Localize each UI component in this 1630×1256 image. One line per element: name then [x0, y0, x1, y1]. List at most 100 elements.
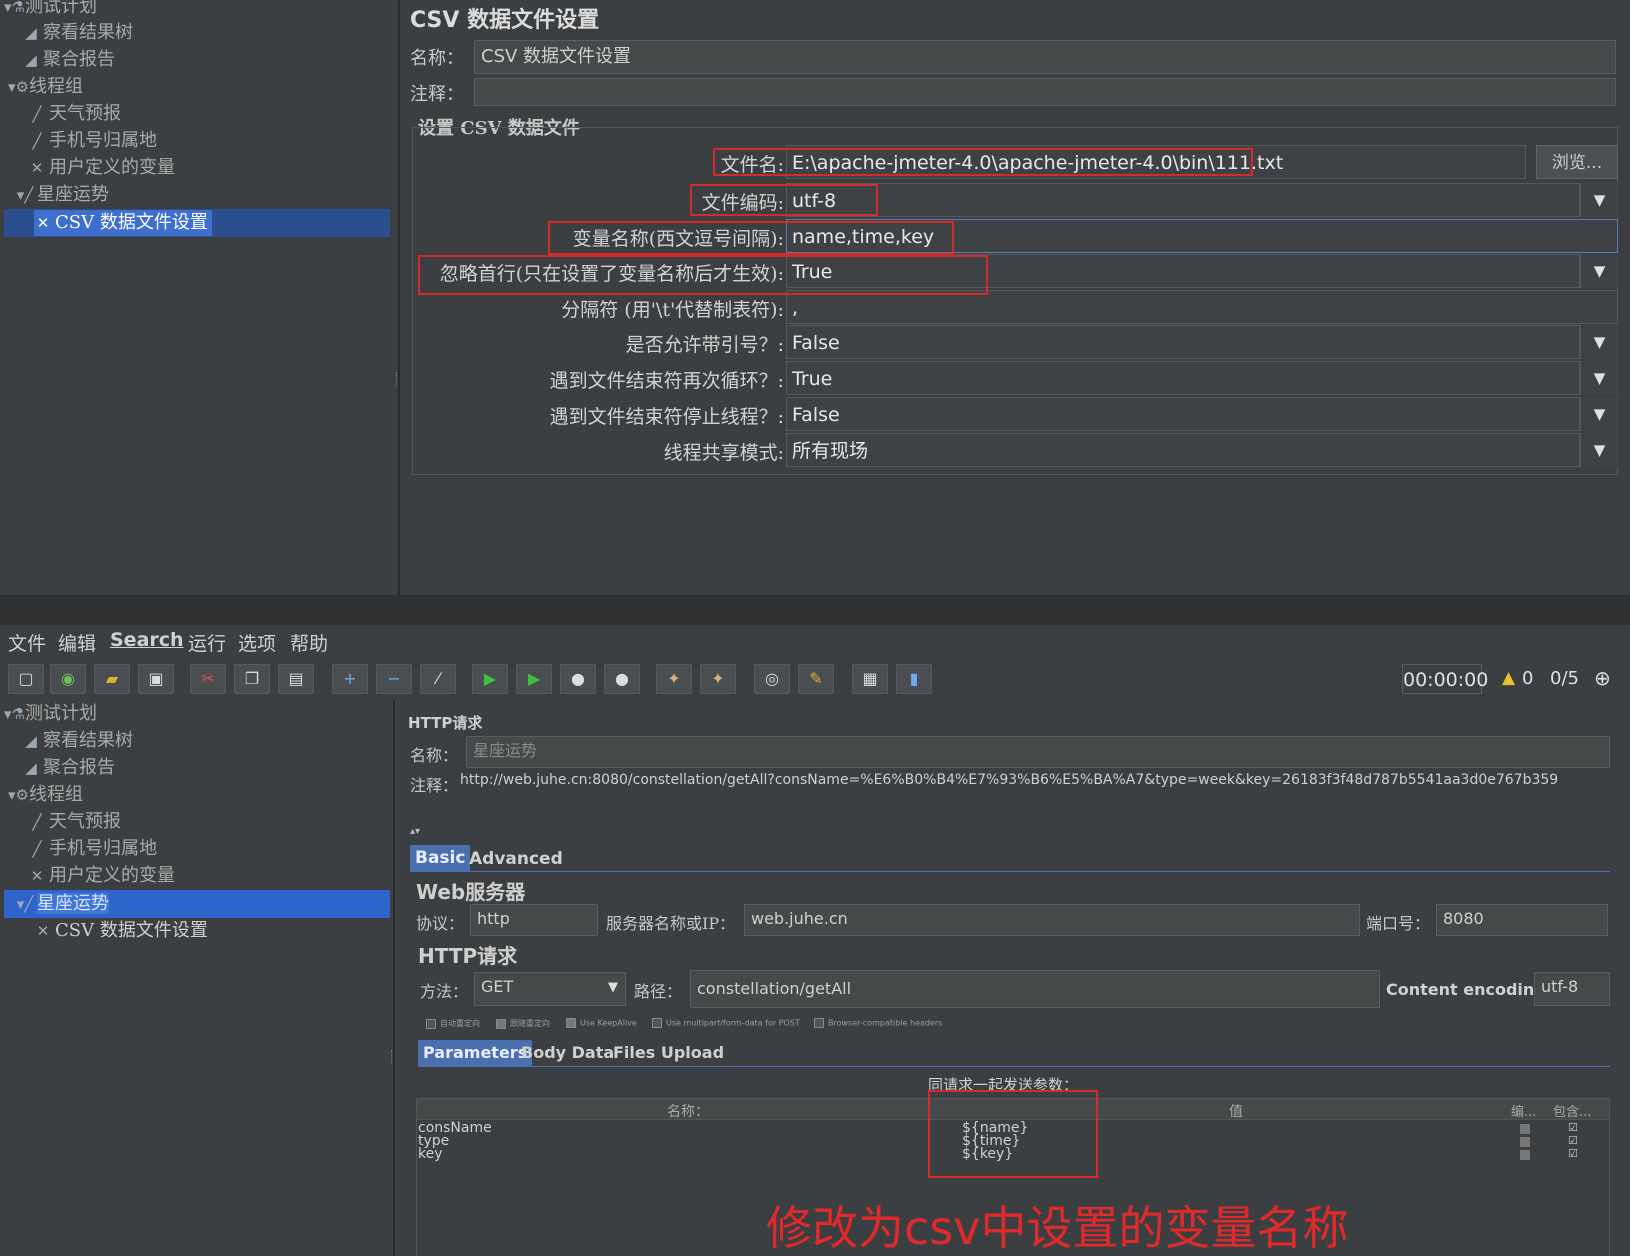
tab-body-data[interactable]: Body Data — [516, 1040, 619, 1066]
tab-files-upload[interactable]: Files Upload — [608, 1040, 729, 1066]
new-icon[interactable]: ▢ — [8, 664, 44, 694]
splitter-handle[interactable] — [391, 1050, 395, 1064]
path-label: 路径： — [634, 982, 683, 1001]
menu-file[interactable]: 文件 — [8, 629, 46, 656]
param-name-cell[interactable]: key — [418, 1147, 443, 1161]
start-icon[interactable]: ▶ — [472, 664, 508, 694]
collapse-arrows-icon[interactable]: ▴▾ — [410, 826, 420, 837]
sharing-dropdown-icon[interactable]: ▼ — [1580, 433, 1618, 467]
remote-globe-icon[interactable]: ⊕ — [1594, 666, 1611, 690]
tree-item-thread-group[interactable]: ▾⚙线程组 — [8, 782, 83, 808]
tree-item-csv[interactable]: ✕ CSV 数据文件设置 — [34, 210, 212, 236]
include-check-icon[interactable]: ☑ — [1568, 1147, 1578, 1160]
open-icon[interactable]: ▰ — [94, 664, 130, 694]
tree-item-test-plan[interactable]: ▾⚗测试计划 — [4, 701, 97, 727]
include-check-icon[interactable]: ☑ — [1568, 1121, 1578, 1134]
menu-options[interactable]: 选项 — [238, 629, 276, 656]
menu-help[interactable]: 帮助 — [290, 629, 328, 656]
browse-button[interactable]: 浏览... — [1536, 145, 1618, 179]
delimiter-field[interactable]: , — [786, 290, 1618, 324]
help-icon[interactable]: ▮ — [896, 664, 932, 694]
reset-search-icon[interactable]: ✎ — [798, 664, 834, 694]
tree-item-phone[interactable]: ╱ 手机号归属地 — [28, 836, 157, 862]
tree-item-phone[interactable]: ╱ 手机号归属地 — [28, 128, 157, 154]
collapse-icon[interactable]: − — [376, 664, 412, 694]
clear-all-icon[interactable]: ✦ — [700, 664, 736, 694]
sharing-mode-field[interactable]: 所有现场 — [786, 433, 1580, 467]
stop-thread-dropdown-icon[interactable]: ▼ — [1580, 397, 1618, 431]
method-dropdown-icon[interactable]: ▼ — [608, 980, 618, 995]
menu-run[interactable]: 运行 — [188, 629, 226, 656]
ignore-dropdown-icon[interactable]: ▼ — [1580, 254, 1618, 288]
param-tab-underline — [418, 1066, 1610, 1067]
paste-icon[interactable]: ▤ — [278, 664, 314, 694]
stop-icon[interactable]: ● — [560, 664, 596, 694]
protocol-field[interactable]: http — [470, 904, 598, 936]
comment-field[interactable] — [474, 78, 1616, 106]
flask-icon: ▾⚗ — [4, 0, 25, 16]
comment-field[interactable]: http://web.juhe.cn:8080/constellation/ge… — [460, 772, 1620, 788]
tree-item-weather[interactable]: ╱ 天气预报 — [28, 809, 121, 835]
web-server-title: Web服务器 — [416, 880, 526, 904]
checkbox-auto-redirect[interactable]: 自动重定向 — [426, 1018, 480, 1029]
method-field[interactable]: GET — [474, 972, 626, 1006]
encoding-field[interactable]: utf-8 — [1534, 972, 1610, 1006]
quoted-field[interactable]: False — [786, 325, 1580, 359]
port-field[interactable]: 8080 — [1436, 904, 1608, 936]
tree-item-aggregate-report[interactable]: ◢ 聚合报告 — [22, 47, 115, 73]
expand-icon[interactable]: + — [332, 664, 368, 694]
tree-item-aggregate-report[interactable]: ◢ 聚合报告 — [22, 755, 115, 781]
start-no-pause-icon[interactable]: ▶ — [516, 664, 552, 694]
encode-checkbox[interactable] — [1520, 1124, 1530, 1134]
tree-item-results-tree[interactable]: ◢ 察看结果树 — [22, 728, 133, 754]
tree-item-thread-group[interactable]: ▾⚙线程组 — [8, 74, 83, 100]
tree-item-results-tree[interactable]: ◢ 察看结果树 — [22, 20, 133, 46]
splitter-handle[interactable] — [396, 372, 400, 386]
tree-item-horoscope[interactable]: ▾╱ 星座运势 — [16, 891, 109, 917]
server-field[interactable]: web.juhe.cn — [744, 904, 1360, 936]
menu-edit[interactable]: 编辑 — [58, 629, 96, 656]
menu-bar: 文件 编辑 Search 运行 选项 帮助 — [0, 625, 1630, 657]
path-field[interactable]: constellation/getAll — [690, 970, 1380, 1008]
tree-item-user-vars[interactable]: ✕ 用户定义的变量 — [28, 863, 175, 889]
tree-item-user-vars[interactable]: ✕ 用户定义的变量 — [28, 155, 175, 181]
checkbox-follow-redirect[interactable]: 跟随重定向 — [496, 1018, 550, 1029]
shutdown-icon[interactable]: ● — [604, 664, 640, 694]
encoding-dropdown-icon[interactable]: ▼ — [1580, 183, 1618, 217]
copy-icon[interactable]: ❐ — [234, 664, 270, 694]
include-check-icon[interactable]: ☑ — [1568, 1134, 1578, 1147]
encoding-label: Content encoding: — [1386, 980, 1553, 999]
recycle-field[interactable]: True — [786, 361, 1580, 395]
templates-icon[interactable]: ◉ — [50, 664, 86, 694]
cut-icon[interactable]: ✂ — [190, 664, 226, 694]
recycle-dropdown-icon[interactable]: ▼ — [1580, 361, 1618, 395]
tree-item-weather[interactable]: ╱ 天气预报 — [28, 101, 121, 127]
menu-search[interactable]: Search — [110, 629, 184, 651]
function-helper-icon[interactable]: ▦ — [852, 664, 888, 694]
clear-icon[interactable]: ✦ — [656, 664, 692, 694]
screenshot-divider — [0, 595, 1630, 625]
tab-basic[interactable]: Basic — [410, 845, 471, 871]
name-field[interactable]: 星座运势 — [466, 736, 1610, 768]
encoding-field[interactable]: utf-8 — [786, 183, 1580, 217]
save-icon[interactable]: ▣ — [138, 664, 174, 694]
pencil-icon: ▾╱ — [16, 895, 34, 913]
highlight-encoding — [690, 184, 878, 216]
checkbox-keepalive[interactable]: Use KeepAlive — [566, 1018, 637, 1028]
wrench-icon: ✕ — [30, 159, 44, 177]
tree-item-test-plan[interactable]: ▾⚗测试计划 — [4, 0, 97, 20]
encode-checkbox[interactable] — [1520, 1150, 1530, 1160]
tree-item-horoscope[interactable]: ▾╱ 星座运势 — [16, 182, 109, 208]
highlight-param-values — [928, 1090, 1098, 1178]
name-field[interactable]: CSV 数据文件设置 — [474, 40, 1616, 74]
checkbox-browser-headers[interactable]: Browser-compatible headers — [814, 1018, 942, 1028]
tab-underline — [410, 871, 1610, 872]
tree-item-csv[interactable]: ✕ CSV 数据文件设置 — [34, 918, 208, 944]
quoted-dropdown-icon[interactable]: ▼ — [1580, 325, 1618, 359]
tab-advanced[interactable]: Advanced — [464, 846, 568, 872]
checkbox-multipart[interactable]: Use multipart/form-data for POST — [652, 1018, 800, 1028]
toggle-icon[interactable]: ⁄ — [420, 664, 456, 694]
search-icon[interactable]: ◎ — [754, 664, 790, 694]
encode-checkbox[interactable] — [1520, 1137, 1530, 1147]
stop-thread-field[interactable]: False — [786, 397, 1580, 431]
